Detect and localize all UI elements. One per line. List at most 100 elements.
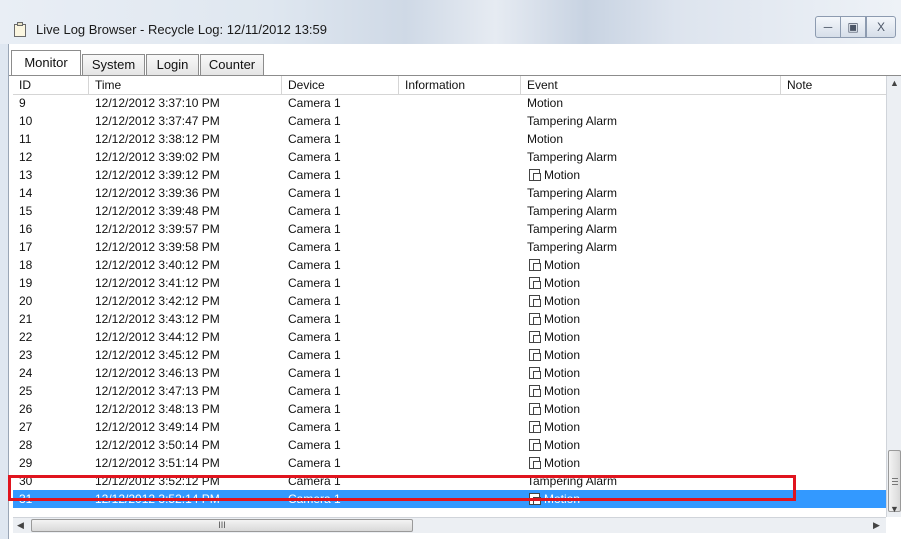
- scroll-up-icon[interactable]: ▲: [890, 78, 899, 88]
- event-label: Motion: [527, 96, 564, 110]
- maximize-button[interactable]: ▣: [840, 16, 866, 38]
- tab-login[interactable]: Login: [146, 54, 199, 76]
- horizontal-scrollbar[interactable]: ◀ III ▶: [13, 517, 886, 533]
- tab-monitor[interactable]: Monitor: [11, 50, 81, 76]
- cell-event: Motion: [527, 490, 580, 508]
- column-header-information[interactable]: Information: [399, 76, 521, 94]
- table-row[interactable]: 31 12/12/2012 3:52:14 PM Camera 1 Motion: [13, 490, 886, 508]
- event-label: Tampering Alarm: [527, 114, 618, 128]
- table-row[interactable]: 16 12/12/2012 3:39:57 PM Camera 1 Tampering…: [13, 220, 886, 238]
- event-label: Motion: [544, 438, 581, 452]
- cell-time: 12/12/2012 3:48:13 PM: [95, 402, 220, 416]
- cell-device: Camera 1: [288, 150, 341, 164]
- cell-time: 12/12/2012 3:47:13 PM: [95, 384, 220, 398]
- event-label: Motion: [544, 258, 581, 272]
- column-header-id[interactable]: ID: [13, 76, 89, 94]
- snapshot-icon[interactable]: [529, 259, 541, 271]
- table-row[interactable]: 21 12/12/2012 3:43:12 PM Camera 1 Motion: [13, 310, 886, 328]
- vertical-scrollbar[interactable]: ▲ ▼: [886, 76, 901, 517]
- cell-time: 12/12/2012 3:44:12 PM: [95, 330, 220, 344]
- client-area: Monitor System Login Counter ID Time Dev…: [8, 44, 901, 539]
- event-label: Motion: [527, 132, 564, 146]
- cell-device: Camera 1: [288, 168, 341, 182]
- cell-time: 12/12/2012 3:46:13 PM: [95, 366, 220, 380]
- close-button[interactable]: X: [866, 16, 896, 38]
- tab-counter[interactable]: Counter: [200, 54, 264, 76]
- cell-device: Camera 1: [288, 240, 341, 254]
- snapshot-icon[interactable]: [529, 349, 541, 361]
- column-header-event[interactable]: Event: [521, 76, 781, 94]
- snapshot-icon[interactable]: [529, 421, 541, 433]
- table-row[interactable]: 18 12/12/2012 3:40:12 PM Camera 1 Motion: [13, 256, 886, 274]
- table-row[interactable]: 28 12/12/2012 3:50:14 PM Camera 1 Motion: [13, 436, 886, 454]
- table-row[interactable]: 25 12/12/2012 3:47:13 PM Camera 1 Motion: [13, 382, 886, 400]
- table-row[interactable]: 9 12/12/2012 3:37:10 PM Camera 1 Motion: [13, 94, 886, 112]
- event-label: Tampering Alarm: [527, 474, 618, 488]
- snapshot-icon[interactable]: [529, 439, 541, 451]
- cell-time: 12/12/2012 3:42:12 PM: [95, 294, 220, 308]
- event-label: Motion: [544, 492, 581, 506]
- scroll-left-icon[interactable]: ◀: [17, 520, 24, 531]
- column-header-time[interactable]: Time: [89, 76, 282, 94]
- table-row[interactable]: 11 12/12/2012 3:38:12 PM Camera 1 Motion: [13, 130, 886, 148]
- cell-event: Tampering Alarm: [527, 184, 617, 202]
- snapshot-icon[interactable]: [529, 295, 541, 307]
- table-row[interactable]: 23 12/12/2012 3:45:12 PM Camera 1 Motion: [13, 346, 886, 364]
- cell-time: 12/12/2012 3:39:36 PM: [95, 186, 220, 200]
- cell-device: Camera 1: [288, 186, 341, 200]
- minimize-button[interactable]: ─: [815, 16, 841, 38]
- column-header-device[interactable]: Device: [282, 76, 399, 94]
- snapshot-icon[interactable]: [529, 457, 541, 469]
- tab-system[interactable]: System: [82, 54, 145, 76]
- event-label: Motion: [544, 456, 581, 470]
- cell-time: 12/12/2012 3:49:14 PM: [95, 420, 220, 434]
- log-table[interactable]: ID Time Device Information Event Note 9 1…: [13, 76, 886, 517]
- table-row[interactable]: 29 12/12/2012 3:51:14 PM Camera 1 Motion: [13, 454, 886, 472]
- cell-time: 12/12/2012 3:50:14 PM: [95, 438, 220, 452]
- snapshot-icon[interactable]: [529, 331, 541, 343]
- snapshot-icon[interactable]: [529, 169, 541, 181]
- table-row[interactable]: 12 12/12/2012 3:39:02 PM Camera 1 Tampering…: [13, 148, 886, 166]
- cell-device: Camera 1: [288, 438, 341, 452]
- snapshot-icon[interactable]: [529, 403, 541, 415]
- cell-device: Camera 1: [288, 204, 341, 218]
- cell-device: Camera 1: [288, 258, 341, 272]
- table-row[interactable]: 19 12/12/2012 3:41:12 PM Camera 1 Motion: [13, 274, 886, 292]
- table-row[interactable]: 22 12/12/2012 3:44:12 PM Camera 1 Motion: [13, 328, 886, 346]
- scroll-right-icon[interactable]: ▶: [873, 520, 880, 531]
- event-label: Motion: [544, 348, 581, 362]
- clipboard-icon: [14, 22, 26, 37]
- window-title: Live Log Browser - Recycle Log: 12/11/20…: [36, 22, 327, 37]
- title-bar[interactable]: Live Log Browser - Recycle Log: 12/11/20…: [0, 0, 901, 44]
- table-row[interactable]: 10 12/12/2012 3:37:47 PM Camera 1 Tampering…: [13, 112, 886, 130]
- snapshot-icon[interactable]: [529, 313, 541, 325]
- table-row[interactable]: 15 12/12/2012 3:39:48 PM Camera 1 Tampering…: [13, 202, 886, 220]
- snapshot-icon[interactable]: [529, 367, 541, 379]
- table-row[interactable]: 30 12/12/2012 3:52:12 PM Camera 1 Tampering…: [13, 472, 886, 490]
- vertical-scroll-thumb[interactable]: [888, 450, 901, 512]
- snapshot-icon[interactable]: [529, 277, 541, 289]
- column-header-note[interactable]: Note: [781, 76, 886, 94]
- cell-device: Camera 1: [288, 276, 341, 290]
- snapshot-icon[interactable]: [529, 385, 541, 397]
- event-label: Tampering Alarm: [527, 222, 618, 236]
- event-label: Motion: [544, 366, 581, 380]
- cell-id: 29: [19, 456, 33, 470]
- cell-event: Motion: [527, 436, 580, 454]
- table-row[interactable]: 20 12/12/2012 3:42:12 PM Camera 1 Motion: [13, 292, 886, 310]
- table-row[interactable]: 14 12/12/2012 3:39:36 PM Camera 1 Tampering…: [13, 184, 886, 202]
- cell-device: Camera 1: [288, 330, 341, 344]
- cell-time: 12/12/2012 3:40:12 PM: [95, 258, 220, 272]
- cell-event: Motion: [527, 256, 580, 274]
- table-row[interactable]: 27 12/12/2012 3:49:14 PM Camera 1 Motion: [13, 418, 886, 436]
- cell-event: Motion: [527, 166, 580, 184]
- table-row[interactable]: 17 12/12/2012 3:39:58 PM Camera 1 Tampering…: [13, 238, 886, 256]
- table-row[interactable]: 26 12/12/2012 3:48:13 PM Camera 1 Motion: [13, 400, 886, 418]
- table-row[interactable]: 13 12/12/2012 3:39:12 PM Camera 1 Motion: [13, 166, 886, 184]
- scroll-down-icon[interactable]: ▼: [890, 504, 899, 514]
- horizontal-scroll-thumb[interactable]: III: [31, 519, 413, 532]
- event-label: Motion: [544, 402, 581, 416]
- snapshot-icon[interactable]: [529, 493, 541, 505]
- cell-id: 18: [19, 258, 33, 272]
- table-row[interactable]: 24 12/12/2012 3:46:13 PM Camera 1 Motion: [13, 364, 886, 382]
